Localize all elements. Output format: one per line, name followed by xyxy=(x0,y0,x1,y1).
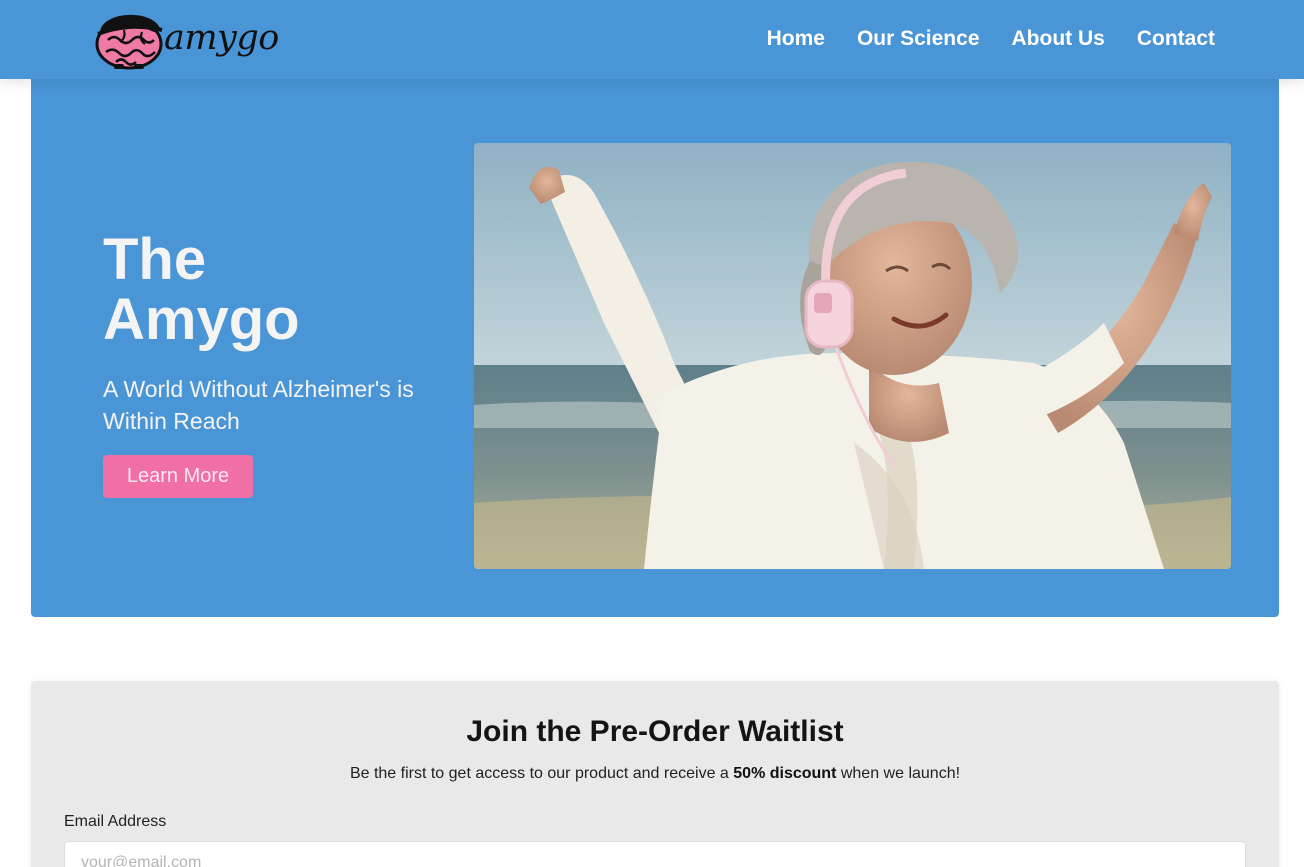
learn-more-button[interactable]: Learn More xyxy=(103,455,253,498)
waitlist-discount: 50% discount xyxy=(733,765,837,782)
hero-title-line-2: Amygo xyxy=(103,287,300,352)
brain-cap-icon xyxy=(95,14,163,70)
hero-title: The Amygo xyxy=(103,230,403,350)
hero-section: The Amygo A World Without Alzheimer's is… xyxy=(31,60,1279,617)
waitlist-desc-before: Be the first to get access to our produc… xyxy=(349,765,734,782)
waitlist-section: Join the Pre-Order Waitlist Be the first… xyxy=(31,681,1279,867)
hero-subtitle: A World Without Alzheimer's is Within Re… xyxy=(103,376,414,434)
nav-contact-link[interactable]: Contact xyxy=(1137,28,1215,50)
waitlist-title: Join the Pre-Order Waitlist xyxy=(466,715,844,748)
nav-home-link[interactable]: Home xyxy=(767,28,825,50)
waitlist-desc-after: when we launch! xyxy=(836,765,961,782)
brand-logo[interactable]: amygo xyxy=(94,6,279,72)
waitlist-description: Be the first to get access to our produc… xyxy=(31,765,1279,783)
email-label: Email Address xyxy=(64,813,167,830)
nav-our-science-link[interactable]: Our Science xyxy=(857,28,980,50)
email-input[interactable] xyxy=(64,841,1246,867)
hero-photo xyxy=(474,143,1231,569)
nav-about-us-link[interactable]: About Us xyxy=(1012,28,1105,50)
brand-name: amygo xyxy=(164,18,279,58)
woman-with-headphones-beach-photo xyxy=(474,143,1231,569)
hero-title-line-1: The xyxy=(103,227,207,292)
top-navbar: amygo Home Our Science About Us Contact xyxy=(0,0,1304,79)
main-nav: Home Our Science About Us Contact xyxy=(767,28,1215,50)
